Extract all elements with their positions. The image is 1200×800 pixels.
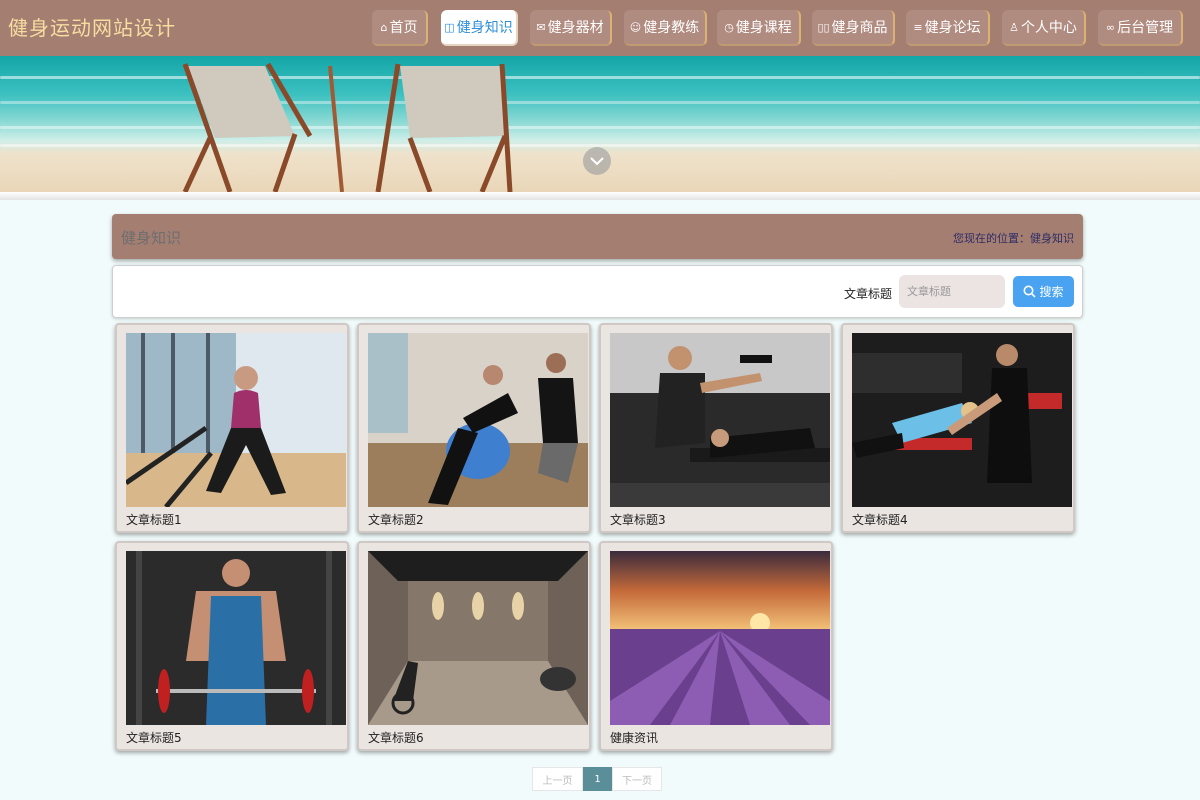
prev-page-button[interactable]: 上一页 bbox=[532, 767, 583, 791]
search-button[interactable]: 搜索 bbox=[1013, 276, 1074, 307]
beach-chair-right bbox=[375, 63, 513, 192]
nav-fitness-knowledge[interactable]: ◫ 健身知识 bbox=[441, 10, 518, 46]
nav-admin[interactable]: ∞ 后台管理 bbox=[1098, 10, 1183, 46]
coach-icon: ☺ bbox=[629, 20, 642, 34]
article-title: 文章标题1 bbox=[126, 513, 182, 527]
article-image bbox=[852, 333, 1072, 507]
article-image bbox=[610, 333, 830, 507]
header: 健身运动网站设计 ⌂ 首页 ◫ 健身知识 ✉ 健身器材 ☺ 健身教练 ◷ 健身课… bbox=[0, 0, 1200, 56]
article-title: 健康资讯 bbox=[610, 731, 659, 745]
book-icon: ◫ bbox=[444, 20, 455, 34]
nav-forum[interactable]: ≡ 健身论坛 bbox=[906, 10, 990, 46]
nav-equipment[interactable]: ✉ 健身器材 bbox=[530, 10, 612, 46]
nav-profile[interactable]: ♙ 个人中心 bbox=[1002, 10, 1086, 46]
home-icon: ⌂ bbox=[380, 20, 388, 34]
article-image bbox=[126, 333, 346, 507]
article-card[interactable]: 文章标题2 bbox=[357, 323, 591, 533]
search-icon bbox=[1023, 285, 1037, 298]
page-1-button[interactable]: 1 bbox=[583, 767, 612, 791]
article-image bbox=[610, 551, 830, 725]
mail-icon: ✉ bbox=[536, 20, 546, 34]
article-card[interactable]: 文章标题3 bbox=[599, 323, 833, 533]
nav-home[interactable]: ⌂ 首页 bbox=[372, 10, 428, 46]
nav-products-label: 健身商品 bbox=[831, 20, 888, 36]
nav-courses[interactable]: ◷ 健身课程 bbox=[717, 10, 801, 46]
nav-courses-label: 健身课程 bbox=[735, 20, 792, 36]
article-image bbox=[368, 551, 588, 725]
article-title: 文章标题5 bbox=[126, 731, 182, 745]
article-card[interactable]: 文章标题5 bbox=[115, 541, 349, 751]
article-title: 文章标题6 bbox=[368, 731, 424, 745]
nav-forum-label: 健身论坛 bbox=[924, 20, 981, 36]
article-image bbox=[368, 333, 588, 507]
breadcrumb: 您现在的位置：健身知识 bbox=[953, 232, 1074, 245]
beach-chair-left bbox=[182, 62, 344, 192]
nav-coach[interactable]: ☺ 健身教练 bbox=[624, 10, 707, 46]
search-input[interactable] bbox=[899, 275, 1005, 308]
link-icon: ∞ bbox=[1105, 20, 1116, 34]
search-bar: 文章标题 搜索 bbox=[112, 265, 1083, 318]
next-page-button[interactable]: 下一页 bbox=[612, 767, 662, 791]
section-header: 健身知识 您现在的位置：健身知识 bbox=[112, 214, 1083, 259]
nav-equipment-label: 健身器材 bbox=[547, 20, 604, 36]
user-icon: ♙ bbox=[1009, 20, 1019, 34]
article-title: 文章标题2 bbox=[368, 513, 424, 527]
grid-icon: ▯▯ bbox=[817, 20, 830, 34]
article-title: 文章标题4 bbox=[852, 513, 908, 527]
search-label: 文章标题 bbox=[844, 287, 893, 301]
article-card[interactable]: 文章标题4 bbox=[841, 323, 1075, 533]
nav-home-label: 首页 bbox=[389, 20, 418, 36]
banner-divider bbox=[0, 192, 1200, 200]
article-title: 文章标题3 bbox=[610, 513, 666, 527]
scroll-down-button[interactable] bbox=[583, 147, 611, 175]
chevron-down-icon bbox=[590, 156, 604, 165]
site-title: 健身运动网站设计 bbox=[8, 16, 176, 40]
article-card[interactable]: 健康资讯 bbox=[599, 541, 833, 751]
nav-products[interactable]: ▯▯ 健身商品 bbox=[812, 10, 895, 46]
nav-coach-label: 健身教练 bbox=[643, 20, 700, 36]
nav-admin-label: 后台管理 bbox=[1117, 20, 1174, 36]
article-card[interactable]: 文章标题1 bbox=[115, 323, 349, 533]
nav-profile-label: 个人中心 bbox=[1020, 20, 1077, 36]
article-card[interactable]: 文章标题6 bbox=[357, 541, 591, 751]
article-image bbox=[126, 551, 346, 725]
nav-fitness-knowledge-label: 健身知识 bbox=[456, 20, 513, 36]
search-button-label: 搜索 bbox=[1039, 285, 1064, 299]
sliders-icon: ≡ bbox=[913, 20, 923, 34]
clock-icon: ◷ bbox=[724, 20, 734, 34]
section-title: 健身知识 bbox=[121, 229, 182, 247]
